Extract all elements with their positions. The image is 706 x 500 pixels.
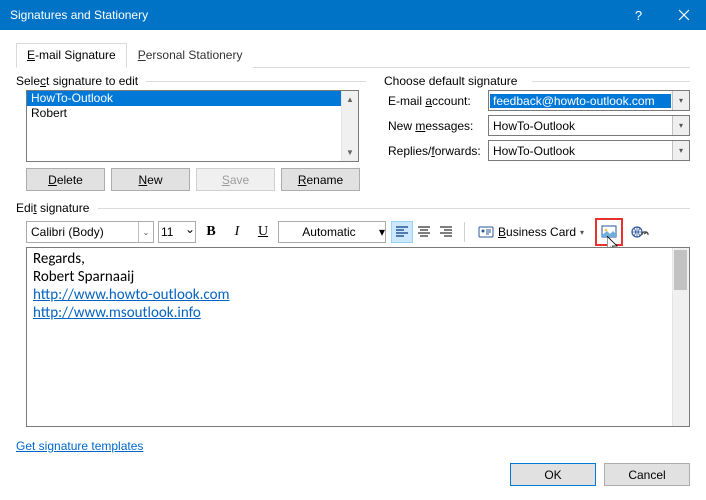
signature-listbox[interactable]: HowTo-Outlook Robert ▲▼ xyxy=(26,90,359,162)
editor-link[interactable]: http://www.howto-outlook.com xyxy=(33,286,230,304)
chevron-down-icon[interactable]: ⌄ xyxy=(138,222,153,242)
list-item[interactable]: HowTo-Outlook xyxy=(27,91,358,106)
editor-text: Regards, xyxy=(33,250,683,268)
picture-icon xyxy=(601,224,617,240)
insert-picture-button[interactable] xyxy=(595,218,623,246)
new-button[interactable]: NewNew xyxy=(111,168,190,191)
business-card-button[interactable]: Business CardBusiness Card ▾ xyxy=(471,221,591,243)
bold-button[interactable]: B xyxy=(200,221,222,243)
align-right-button[interactable] xyxy=(435,221,457,243)
email-account-combo[interactable]: feedback@howto-outlook.com ▾ xyxy=(488,90,690,111)
scrollbar[interactable] xyxy=(672,248,689,426)
editor-link[interactable]: http://www.msoutlook.info xyxy=(33,304,201,322)
titlebar: Signatures and Stationery ? xyxy=(0,0,706,30)
delete-button[interactable]: DeleteDelete xyxy=(26,168,105,191)
hyperlink-icon xyxy=(630,224,650,240)
chevron-down-icon[interactable]: ▾ xyxy=(379,225,385,239)
help-button[interactable]: ? xyxy=(616,0,661,30)
scrollbar[interactable]: ▲▼ xyxy=(341,91,358,161)
new-messages-combo[interactable]: HowTo-Outlook ▾ xyxy=(488,115,690,136)
business-card-icon xyxy=(478,224,494,240)
chevron-down-icon[interactable]: ▾ xyxy=(672,116,689,135)
save-button: SaveSave xyxy=(196,168,275,191)
formatting-toolbar: Calibri (Body) ⌄ 11 ⌄ B I U Automatic ▾ xyxy=(26,219,690,245)
new-messages-label: New messages:New messages: xyxy=(388,119,488,133)
list-item[interactable]: Robert xyxy=(27,106,358,121)
rename-button[interactable]: RenameRename xyxy=(281,168,360,191)
align-center-button[interactable] xyxy=(413,221,435,243)
chevron-down-icon[interactable]: ▾ xyxy=(672,141,689,160)
font-family-combo[interactable]: Calibri (Body) ⌄ xyxy=(26,221,154,243)
tab-email-signature[interactable]: E-mail Signature E-mail Signature xyxy=(16,43,127,68)
editor-text: Robert Sparnaaij xyxy=(33,268,683,286)
font-size-combo[interactable]: 11 ⌄ xyxy=(158,221,196,243)
ok-button[interactable]: OK xyxy=(510,463,596,486)
edit-signature-label: Edit signatureEdit signature xyxy=(16,201,690,215)
chevron-down-icon[interactable]: ▾ xyxy=(672,91,689,110)
select-signature-label: Select signature to editSelect signature… xyxy=(16,74,366,88)
italic-button[interactable]: I xyxy=(226,221,248,243)
get-signature-templates-link[interactable]: Get signature templates xyxy=(16,439,143,453)
default-signature-label: Choose default signature xyxy=(384,74,690,88)
window-title: Signatures and Stationery xyxy=(10,8,616,22)
email-account-label: E-mail account:E-mail account: xyxy=(388,94,488,108)
chevron-down-icon[interactable]: ⌄ xyxy=(185,222,195,242)
close-button[interactable] xyxy=(661,0,706,30)
tab-personal-stationery[interactable]: Personal Stationery Personal Stationery xyxy=(127,43,254,68)
align-left-button[interactable] xyxy=(391,221,413,243)
tab-bar: E-mail Signature E-mail Signature Person… xyxy=(16,42,690,68)
replies-forwards-label: Replies/forwards:Replies/forwards: xyxy=(388,144,488,158)
font-color-combo[interactable]: Automatic ▾ xyxy=(278,221,386,243)
underline-button[interactable]: U xyxy=(252,221,274,243)
replies-forwards-combo[interactable]: HowTo-Outlook ▾ xyxy=(488,140,690,161)
signature-editor[interactable]: Regards, Robert Sparnaaij http://www.how… xyxy=(26,247,690,427)
cancel-button[interactable]: Cancel xyxy=(604,463,690,486)
insert-hyperlink-button[interactable] xyxy=(627,221,653,243)
